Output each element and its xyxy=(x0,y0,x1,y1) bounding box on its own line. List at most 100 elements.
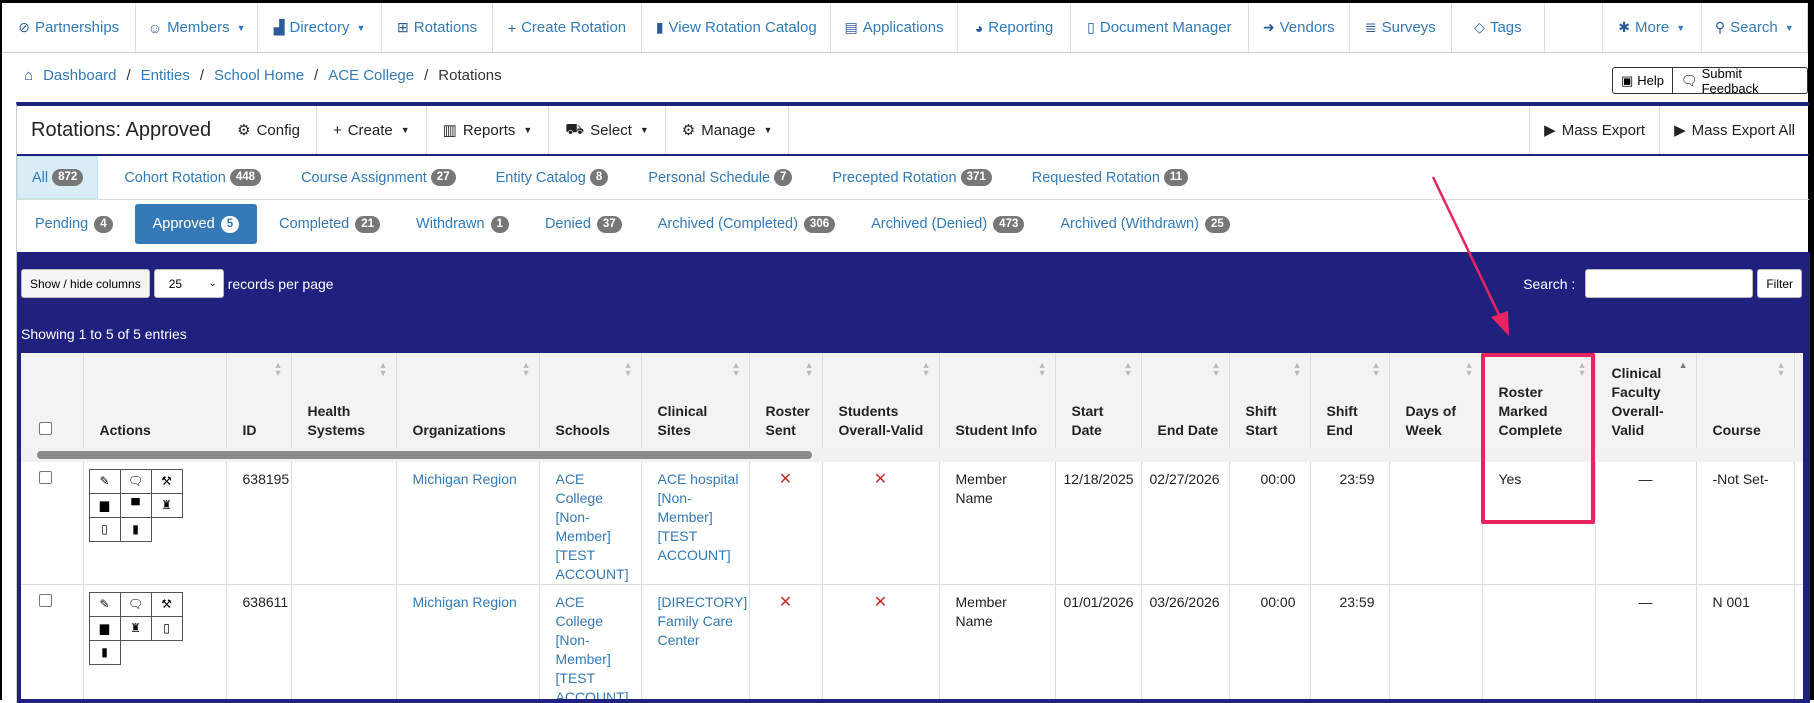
mass-export-all-button[interactable]: ▶ Mass Export All xyxy=(1660,106,1809,154)
file-icon[interactable]: ▯ xyxy=(150,616,183,641)
sort-icon[interactable]: ▲ ▼ xyxy=(1038,361,1047,378)
link-org[interactable]: Michigan Region xyxy=(413,594,517,610)
nav-applications[interactable]: ▤ Applications xyxy=(831,3,958,52)
comment-icon[interactable]: 🗨 xyxy=(119,469,152,494)
nav-rotations[interactable]: ⊞ Rotations xyxy=(382,3,493,52)
help-button[interactable]: ▣ Help xyxy=(1613,68,1672,93)
column-header-clinical-faculty-overall-valid[interactable]: Clinical Faculty Overall-Valid ▲ xyxy=(1595,353,1697,448)
nav-partnerships[interactable]: ⊘ Partnerships xyxy=(2,3,137,52)
tab-precepted-rotation[interactable]: Precepted Rotation 371 xyxy=(814,156,1005,199)
clipboard-icon[interactable]: ▮ xyxy=(119,517,152,542)
link-school[interactable]: ACE College [Non-Member] [TEST ACCOUNT] xyxy=(556,471,629,582)
column-header-organizations[interactable]: Organizations ▲ ▼ xyxy=(396,353,540,448)
tab-denied[interactable]: Denied 37 xyxy=(527,204,640,244)
nav-directory[interactable]: ▟ Directory ▼ xyxy=(258,3,383,52)
sort-icon[interactable]: ▲ ▼ xyxy=(379,361,388,378)
config-button[interactable]: ⚙ Config xyxy=(227,106,317,154)
sort-icon[interactable]: ▲ ▼ xyxy=(1578,361,1587,378)
submit-feedback-button[interactable]: 🗨 Submit Feedback xyxy=(1672,66,1807,96)
select-dropdown[interactable]: ⛟ Select ▼ xyxy=(549,106,666,154)
file-excel-icon[interactable]: ▆ xyxy=(88,493,121,518)
gavel-icon[interactable]: ⚒ xyxy=(150,469,183,494)
column-header-course[interactable]: Course ▲ ▼ xyxy=(1696,353,1795,448)
select-all-checkbox[interactable] xyxy=(39,422,52,435)
tab-withdrawn[interactable]: Withdrawn 1 xyxy=(398,204,527,244)
column-header-shift-end[interactable]: Shift End ▲ ▼ xyxy=(1310,353,1390,448)
sort-icon[interactable]: ▲ ▼ xyxy=(1212,361,1221,378)
clipboard-icon[interactable]: ▮ xyxy=(88,640,121,665)
link-site[interactable]: ACE hospital [Non-Member] [TEST ACCOUNT] xyxy=(658,471,739,563)
tab-requested-rotation[interactable]: Requested Rotation 11 xyxy=(1014,156,1202,199)
nav-vendors[interactable]: ➜ Vendors xyxy=(1249,3,1351,52)
tab-pending[interactable]: Pending 4 xyxy=(17,204,131,244)
column-header-id[interactable]: ID ▲ ▼ xyxy=(226,353,292,448)
nav-view-rotation-catalog[interactable]: ▮ View Rotation Catalog xyxy=(642,3,832,52)
tab-approved[interactable]: Approved 5 xyxy=(134,204,258,244)
sort-icon[interactable]: ▲ ▼ xyxy=(922,361,931,378)
scrollbar-thumb[interactable] xyxy=(37,451,812,459)
column-header-schools[interactable]: Schools ▲ ▼ xyxy=(539,353,642,448)
tab-archived-denied[interactable]: Archived (Denied) 473 xyxy=(853,204,1042,244)
breadcrumb-entities[interactable]: Entities xyxy=(141,67,190,84)
sort-icon[interactable]: ▲ ▼ xyxy=(1372,361,1381,378)
graduate-icon[interactable]: ♜ xyxy=(150,493,183,518)
filter-button[interactable]: Filter xyxy=(1757,269,1802,298)
sort-icon[interactable]: ▲ ▼ xyxy=(1124,361,1133,378)
breadcrumb-dashboard[interactable]: Dashboard xyxy=(43,67,116,84)
edit-icon[interactable]: ✎ xyxy=(88,592,121,617)
nav-document-manager[interactable]: ▯ Document Manager xyxy=(1071,3,1249,52)
column-header-student-info[interactable]: Student Info ▲ ▼ xyxy=(939,353,1056,448)
column-header-end-date[interactable]: End Date ▲ ▼ xyxy=(1141,353,1230,448)
create-dropdown[interactable]: + Create ▼ xyxy=(317,106,427,154)
column-header-days-of-week[interactable]: Days of Week ▲ ▼ xyxy=(1389,353,1483,448)
tab-all[interactable]: All 872 xyxy=(17,156,99,199)
edit-icon[interactable]: ✎ xyxy=(88,469,121,494)
column-header-clinical-sites[interactable]: Clinical Sites ▲ ▼ xyxy=(641,353,750,448)
link-school[interactable]: ACE College [Non-Member] [TEST ACCOUNT] xyxy=(556,594,629,699)
nav-reporting[interactable]: ◕ Reporting xyxy=(958,3,1072,52)
sort-icon[interactable]: ▲ ▼ xyxy=(274,361,283,378)
sort-icon[interactable]: ▲ ▼ xyxy=(1465,361,1474,378)
mass-export-button[interactable]: ▶ Mass Export xyxy=(1530,106,1661,154)
graduate-icon[interactable]: ♜ xyxy=(119,616,152,641)
link-site[interactable]: [DIRECTORY] Family Care Center xyxy=(658,594,748,648)
comment-icon[interactable]: 🗨 xyxy=(119,592,152,617)
breadcrumb-ace-college[interactable]: ACE College xyxy=(328,67,414,84)
horizontal-scrollbar[interactable] xyxy=(21,448,1803,462)
tab-cohort-rotation[interactable]: Cohort Rotation 448 xyxy=(106,156,275,199)
records-per-page-select[interactable]: 25 ⌄ xyxy=(153,269,224,298)
sort-icon[interactable]: ▲ ▼ xyxy=(624,361,633,378)
row-checkbox[interactable] xyxy=(39,594,52,607)
nav-more[interactable]: ✱ More ▼ xyxy=(1603,3,1702,52)
link-org[interactable]: Michigan Region xyxy=(413,471,517,487)
teacher-icon[interactable]: ▀ xyxy=(119,493,152,518)
tab-entity-catalog[interactable]: Entity Catalog 8 xyxy=(478,156,623,199)
sort-icon[interactable]: ▲ ▼ xyxy=(805,361,814,378)
sort-asc-icon[interactable]: ▲ xyxy=(1679,361,1688,370)
nav-create-rotation[interactable]: + Create Rotation xyxy=(493,3,643,52)
sort-icon[interactable]: ▲ ▼ xyxy=(732,361,741,378)
tab-archived-completed[interactable]: Archived (Completed) 306 xyxy=(640,204,853,244)
scrollbar-track[interactable] xyxy=(21,448,1803,462)
sort-icon[interactable]: ▲ ▼ xyxy=(1293,361,1302,378)
tab-completed[interactable]: Completed 21 xyxy=(261,204,398,244)
column-header-shift-start[interactable]: Shift Start ▲ ▼ xyxy=(1229,353,1311,448)
reports-dropdown[interactable]: ▥ Reports ▼ xyxy=(427,106,550,154)
sort-icon[interactable]: ▲ ▼ xyxy=(1777,361,1786,378)
tab-course-assignment[interactable]: Course Assignment 27 xyxy=(283,156,470,199)
sort-icon[interactable]: ▲ ▼ xyxy=(522,361,531,378)
tab-personal-schedule[interactable]: Personal Schedule 7 xyxy=(630,156,806,199)
column-header-roster-marked-complete[interactable]: Roster Marked Complete ▲ ▼ xyxy=(1482,353,1596,448)
gavel-icon[interactable]: ⚒ xyxy=(150,592,183,617)
file-icon[interactable]: ▯ xyxy=(88,517,121,542)
nav-tags[interactable]: ◇ Tags xyxy=(1452,3,1546,52)
column-header-health-systems[interactable]: Health Systems ▲ ▼ xyxy=(291,353,397,448)
tab-archived-withdrawn[interactable]: Archived (Withdrawn) 25 xyxy=(1042,204,1247,244)
breadcrumb-school-home[interactable]: School Home xyxy=(214,67,304,84)
file-excel-icon[interactable]: ▆ xyxy=(88,616,121,641)
nav-search[interactable]: ⚲ Search ▼ xyxy=(1702,3,1809,52)
search-input[interactable] xyxy=(1585,269,1754,298)
column-header-roster-sent[interactable]: Roster Sent ▲ ▼ xyxy=(749,353,823,448)
column-header-students-overall-valid[interactable]: Students Overall-Valid ▲ ▼ xyxy=(822,353,940,448)
manage-dropdown[interactable]: ⚙ Manage ▼ xyxy=(666,106,790,154)
